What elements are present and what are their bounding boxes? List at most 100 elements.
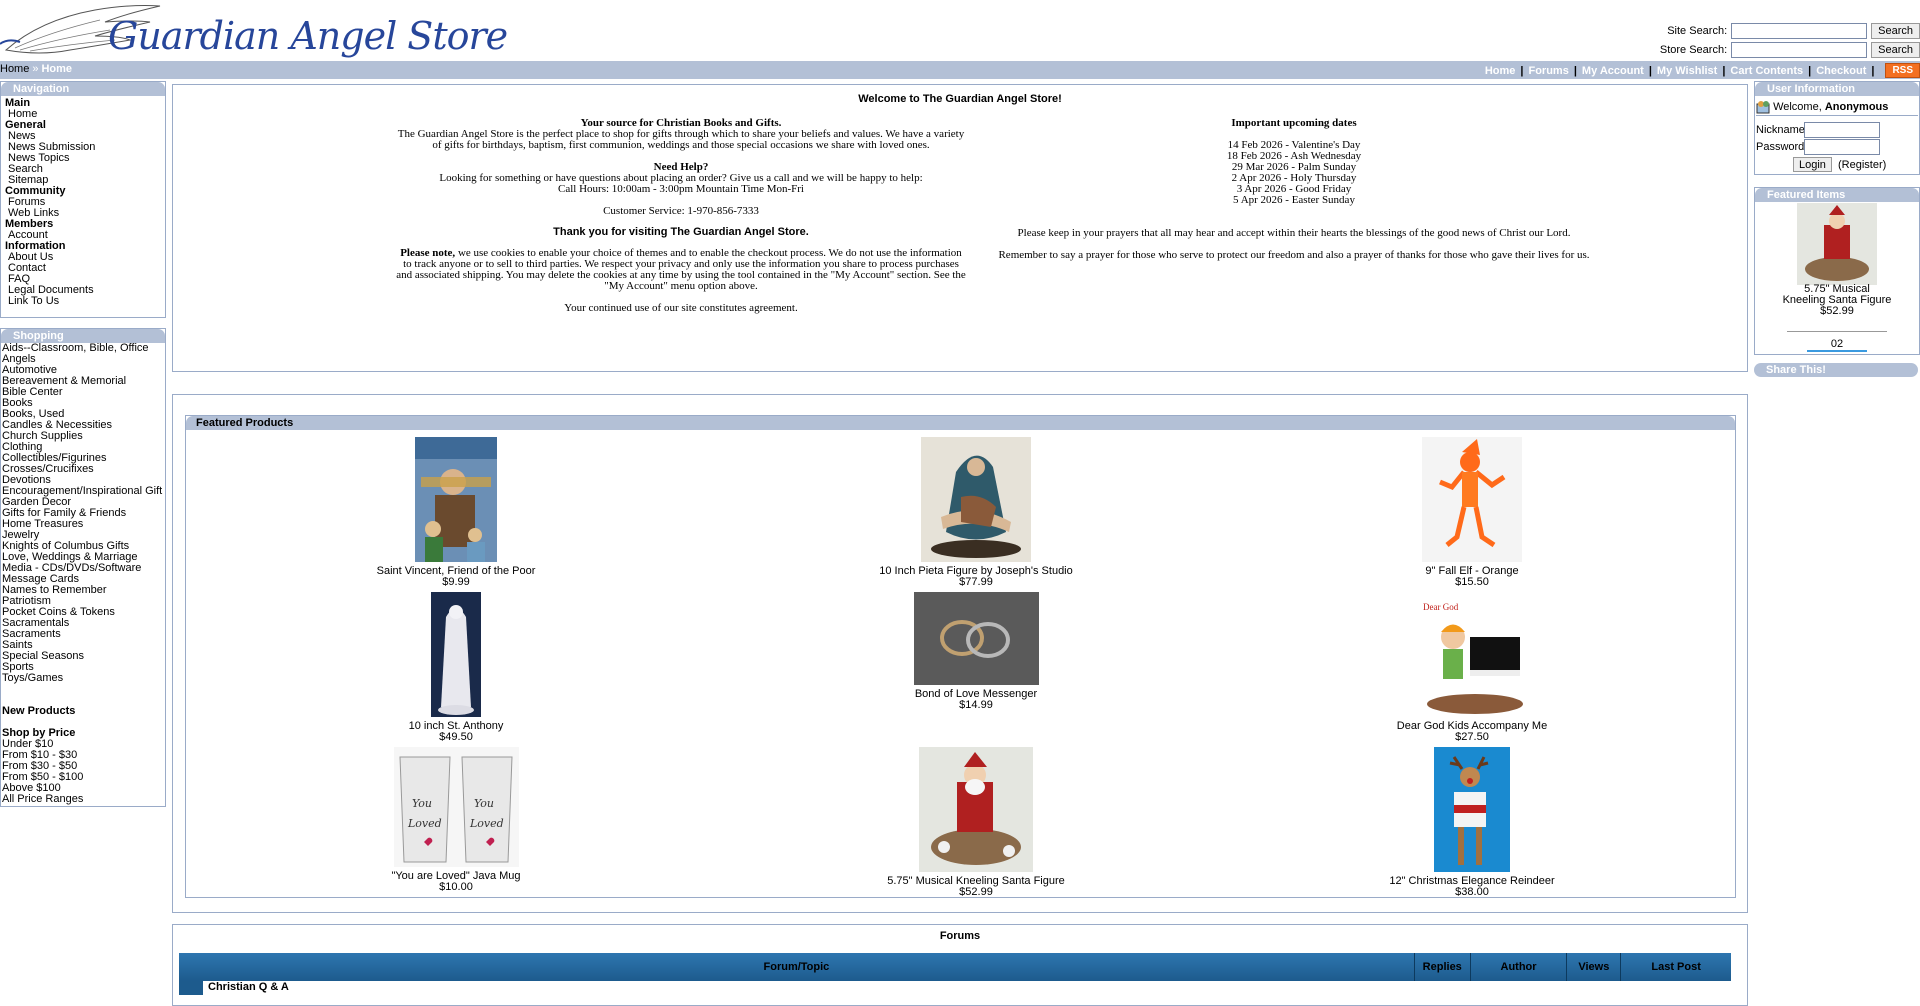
featured-products-title: Featured Products: [186, 416, 1735, 430]
product-price: $10.00: [439, 881, 473, 893]
product-card[interactable]: 10 inch St. Anthony $49.50: [356, 592, 556, 743]
product-card[interactable]: Dear God Dear God Kids Accompany Me $27.…: [1372, 592, 1572, 743]
nickname-input[interactable]: [1804, 122, 1880, 138]
product-card[interactable]: 12" Christmas Elegance Reindeer $38.00: [1372, 747, 1572, 898]
prayer-text-1: Please keep in your prayers that all may…: [1017, 227, 1571, 239]
dates-column: Important upcoming dates 14 Feb 2026 - V…: [1167, 118, 1421, 206]
breadcrumb-home-link[interactable]: Home: [0, 63, 29, 75]
customer-service: Customer Service: 1-970-856-7333: [603, 205, 759, 217]
forum-col-topic[interactable]: Forum/Topic: [179, 953, 1415, 981]
rss-icon[interactable]: RSS: [1885, 63, 1920, 78]
svg-text:Dear God: Dear God: [1423, 602, 1459, 612]
product-image[interactable]: [919, 747, 1033, 872]
nav-item-link-to-us[interactable]: Link To Us: [8, 295, 59, 307]
forum-col-author[interactable]: Author: [1470, 953, 1568, 981]
forum-col-replies[interactable]: Replies: [1414, 953, 1471, 981]
navigation-box: Navigation Main Home General News News S…: [0, 81, 166, 318]
store-search-row: Store Search: Search: [1660, 41, 1920, 59]
svg-text:Loved: Loved: [407, 817, 442, 830]
product-image[interactable]: [913, 592, 1039, 685]
forum-table-header: Forum/Topic Replies Author Views Last Po…: [179, 953, 1731, 981]
breadcrumb: Home» Home: [0, 63, 72, 75]
featured-pager[interactable]: 02: [1755, 338, 1919, 350]
product-price: $27.50: [1455, 731, 1489, 743]
site-search-button[interactable]: Search: [1871, 23, 1920, 39]
toplink-my-wishlist[interactable]: My Wishlist: [1657, 65, 1717, 77]
product-image[interactable]: [921, 437, 1031, 562]
new-products-link[interactable]: New Products: [2, 705, 75, 717]
product-image[interactable]: [1434, 747, 1510, 872]
header: Guardian Angel Store Site Search: Search…: [0, 0, 1920, 61]
shopping-category-link[interactable]: Toys/Games: [2, 672, 63, 684]
breadcrumb-current[interactable]: Home: [41, 63, 72, 75]
navigation-title: Navigation: [1, 82, 165, 96]
product-card[interactable]: 9" Fall Elf - Orange $15.50: [1372, 437, 1572, 588]
shopping-extra: New Products Shop by Price Under $10 From…: [1, 706, 165, 805]
dates-heading: Important upcoming dates: [1231, 117, 1357, 129]
note-text: we use cookies to enable your choice of …: [396, 247, 966, 292]
username: Anonymous: [1824, 101, 1889, 113]
register-link[interactable]: (Register): [1838, 159, 1886, 171]
store-search-button[interactable]: Search: [1871, 42, 1920, 58]
price-range-link[interactable]: All Price Ranges: [2, 793, 83, 805]
product-price: $38.00: [1455, 886, 1489, 898]
product-price: $14.99: [959, 699, 993, 711]
store-search-input[interactable]: [1731, 42, 1868, 58]
toplink-home[interactable]: Home: [1485, 65, 1516, 77]
breadcrumb-separator: »: [32, 63, 39, 75]
password-input[interactable]: [1804, 139, 1880, 155]
login-button[interactable]: Login: [1793, 157, 1832, 172]
help-text-2: Call Hours: 10:00am - 3:00pm Mountain Ti…: [558, 183, 804, 195]
site-search-input[interactable]: [1731, 23, 1868, 39]
share-title[interactable]: Share This!: [1754, 363, 1918, 377]
user-info-title: User Information: [1755, 82, 1919, 96]
thanks-text: Thank you for visiting The Guardian Ange…: [553, 226, 809, 238]
product-card[interactable]: Bond of Love Messenger $14.99: [846, 592, 1106, 711]
product-card[interactable]: You You Loved Loved "You are Loved" Java…: [356, 747, 556, 893]
featured-products-box: Featured Products Saint Vincent, Friend …: [172, 394, 1748, 913]
forum-col-last-post[interactable]: Last Post: [1621, 953, 1731, 981]
date-item: 5 Apr 2026 - Easter Sunday: [1233, 194, 1355, 206]
store-search-label: Store Search:: [1659, 44, 1728, 56]
product-image[interactable]: [431, 592, 481, 717]
product-image[interactable]: [415, 437, 497, 562]
user-info-box: User Information Welcome, Anonymous Nick…: [1754, 81, 1920, 175]
featured-item-image[interactable]: [1797, 203, 1877, 285]
site-logo[interactable]: Guardian Angel Store: [0, 0, 508, 61]
toplink-checkout[interactable]: Checkout: [1816, 65, 1866, 77]
toplink-forums[interactable]: Forums: [1528, 65, 1568, 77]
logo-text: Guardian Angel Store: [108, 14, 508, 58]
pager-indicator: [1807, 350, 1867, 352]
svg-text:You: You: [474, 797, 494, 810]
source-text: The Guardian Angel Store is the perfect …: [397, 128, 965, 151]
welcome-row: Welcome, Anonymous: [1756, 99, 1918, 116]
toplink-cart-contents[interactable]: Cart Contents: [1730, 65, 1803, 77]
prayer-text-2: Remember to say a prayer for those who s…: [998, 249, 1590, 261]
user-group-icon: [1756, 101, 1770, 114]
product-price: $49.50: [439, 731, 473, 743]
welcome-title: Welcome to The Guardian Angel Store!: [858, 93, 1062, 105]
svg-text:Loved: Loved: [469, 817, 504, 830]
site-search-row: Site Search: Search: [1667, 22, 1920, 40]
toplink-my-account[interactable]: My Account: [1582, 65, 1644, 77]
nickname-label: Nickname: [1756, 124, 1805, 136]
product-card[interactable]: 10 Inch Pieta Figure by Joseph's Studio …: [846, 437, 1106, 588]
svg-text:You: You: [412, 797, 432, 810]
welcome-label: Welcome,: [1773, 101, 1822, 113]
featured-items-box: Featured Items 5.75" Musical Kneeling Sa…: [1754, 187, 1920, 355]
shopping-title: Shopping: [1, 329, 165, 343]
share-box: Share This!: [1754, 363, 1918, 378]
site-search-label: Site Search:: [1667, 25, 1728, 37]
shopping-box: Shopping Aids--Classroom, Bible, Office A…: [0, 328, 166, 807]
product-image[interactable]: You You Loved Loved: [393, 747, 519, 867]
featured-item-info: 5.75" Musical Kneeling Santa Figure $52.…: [1755, 284, 1919, 317]
product-image[interactable]: [1422, 437, 1522, 562]
product-price: $77.99: [959, 576, 993, 588]
product-image[interactable]: Dear God: [1414, 592, 1530, 717]
shopping-category-list: Aids--Classroom, Bible, Office Angels Auto…: [1, 343, 165, 684]
forums-box: Forums Forum/Topic Replies Author Views …: [172, 924, 1748, 1006]
forum-col-views[interactable]: Views: [1567, 953, 1622, 981]
product-card[interactable]: Saint Vincent, Friend of the Poor $9.99: [356, 437, 556, 588]
price-range-list: Under $10 From $10 - $30 From $30 - $50 Fro…: [2, 739, 164, 805]
product-card[interactable]: 5.75" Musical Kneeling Santa Figure $52.…: [846, 747, 1106, 898]
